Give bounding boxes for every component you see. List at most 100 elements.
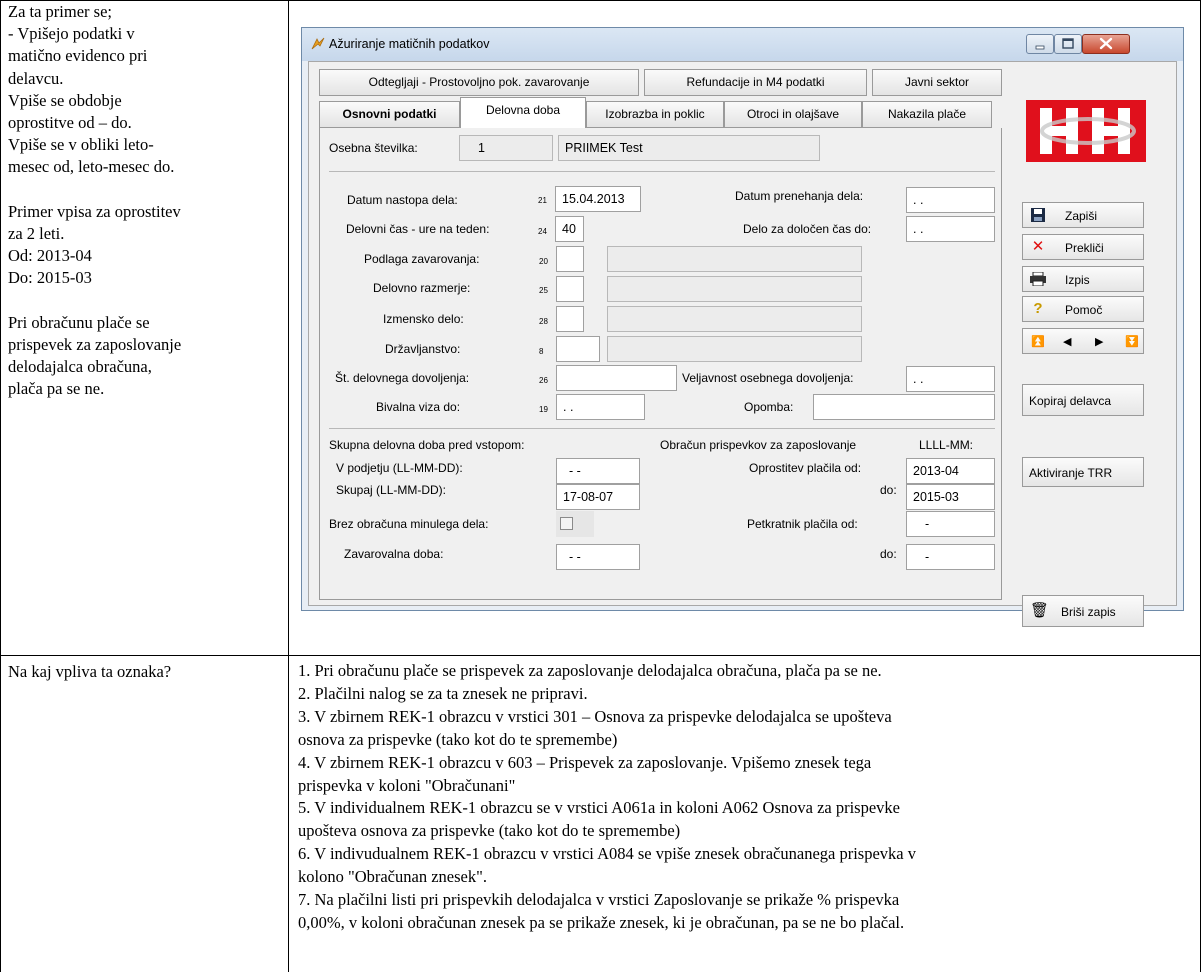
obracun-heading: Obračun prispevkov za zaposlovanje [660, 438, 857, 452]
izmensko-desc-field[interactable] [607, 306, 862, 332]
oprostitev-do-field[interactable]: 2015-03 [906, 484, 995, 510]
last-record-icon[interactable]: ⏬ [1125, 335, 1139, 348]
code-28: 28 [539, 317, 548, 326]
drzavljanstvo-desc-field[interactable] [607, 336, 862, 362]
pomoc-button[interactable]: ? Pomoč [1022, 296, 1144, 322]
petkratnik-od-field[interactable]: - [906, 511, 995, 537]
tab-nakazila[interactable]: Nakazila plače [862, 101, 992, 128]
izmensko-label: Izmensko delo: [383, 312, 464, 326]
left-line: Do: 2015-03 [8, 268, 92, 288]
ime-priimek-field[interactable]: PRIIMEK Test [558, 135, 820, 161]
left-line: Primer vpisa za oprostitev [8, 201, 181, 221]
answer-cell: 1. Pri obračunu plače se prispevek za za… [298, 660, 1198, 935]
tab-odtegljaji[interactable]: Odtegljaji - Prostovoljno pok. zavarovan… [319, 69, 639, 96]
podlaga-code-field[interactable] [556, 246, 584, 272]
print-icon [1030, 270, 1046, 288]
tab-javni-sektor[interactable]: Javni sektor [872, 69, 1002, 96]
answer-line: prispevka v koloni "Obračunani" [298, 775, 516, 795]
aktiviranje-trr-button[interactable]: Aktiviranje TRR [1022, 457, 1144, 487]
petkratnik-do-field[interactable]: - [906, 544, 995, 570]
window-body: Odtegljaji - Prostovoljno pok. zavarovan… [308, 61, 1177, 627]
code-21: 21 [538, 196, 547, 205]
window-title: Ažuriranje matičnih podatkov [329, 37, 490, 51]
delovni-cas-label: Delovni čas - ure na teden: [346, 222, 490, 236]
bivalna-field[interactable]: . . [556, 394, 645, 420]
previous-record-icon[interactable]: ◀ [1063, 335, 1071, 348]
first-record-icon[interactable]: ⏫ [1031, 335, 1045, 348]
delo-dolocen-label: Delo za določen čas do: [743, 222, 872, 236]
razmerje-code-field[interactable] [556, 276, 584, 302]
zapisi-button[interactable]: Zapiši [1022, 202, 1144, 228]
kopiraj-delavca-button[interactable]: Kopiraj delavca [1022, 384, 1144, 416]
left-line: oprostitve od – do. [8, 113, 132, 133]
drzavljanstvo-code-field[interactable] [556, 336, 600, 362]
delovni-cas-field[interactable]: 40 [555, 216, 584, 242]
zavarovalna-field[interactable]: - - [556, 544, 640, 570]
answer-line: 7. Na plačilni listi pri prispevkih delo… [298, 890, 900, 910]
answer-line: upošteva osnova za prispevke (tako kot d… [298, 821, 681, 841]
left-line: Vpiše se obdobje [8, 90, 122, 110]
close-button[interactable] [1082, 34, 1130, 54]
tab-delovna-doba[interactable]: Delovna doba [460, 97, 586, 129]
maximize-button[interactable] [1054, 34, 1082, 54]
left-line: matično evidenco pri [8, 46, 148, 66]
preklici-button[interactable]: ✕ Prekliči [1022, 234, 1144, 260]
left-line: delavcu. [8, 68, 64, 88]
cancel-icon: ✕ [1031, 238, 1045, 255]
brez-obracuna-checkbox[interactable] [560, 517, 573, 530]
close-icon [1099, 37, 1113, 50]
left-line: mesec od, leto-mesec do. [8, 157, 175, 177]
main-panel: Odtegljaji - Prostovoljno pok. zavarovan… [311, 64, 1007, 603]
tab-izobrazba[interactable]: Izobrazba in poklic [586, 101, 724, 128]
datum-nastopa-field[interactable]: 15.04.2013 [555, 186, 641, 212]
answer-line: 3. V zbirnem REK-1 obrazcu v vrstici 301… [298, 706, 892, 726]
side-toolbar: Zapiši ✕ Prekliči Izpis ? Pomoč ⏫ ◀ ▶ ⏬ … [1010, 64, 1172, 627]
question-cell: Na kaj vpliva ta oznaka? [8, 662, 172, 681]
datum-prenehanja-field[interactable]: . . [906, 187, 995, 213]
tab-otroci[interactable]: Otroci in olajšave [724, 101, 862, 128]
code-8: 8 [539, 347, 544, 356]
petkratnik-label: Petkratnik plačila od: [747, 517, 858, 531]
table-column-divider [288, 0, 289, 972]
datum-nastopa-label: Datum nastopa dela: [347, 193, 458, 207]
left-line: prispevek za zaposlovanje [8, 335, 182, 355]
tab-osnovni-podatki[interactable]: Osnovni podatki [319, 101, 460, 128]
left-line: Za ta primer se; [8, 2, 112, 21]
skupaj-label: Skupaj (LL-MM-DD): [336, 483, 447, 497]
trash-icon: 🗑 [1030, 602, 1050, 619]
oprostitev-od-field[interactable]: 2013-04 [906, 458, 995, 484]
osebna-label: Osebna številka: [329, 141, 418, 155]
record-navigation: ⏫ ◀ ▶ ⏬ [1022, 328, 1144, 354]
help-icon: ? [1033, 300, 1043, 317]
podjetju-field[interactable]: - - [556, 458, 640, 484]
code-25: 25 [539, 286, 548, 295]
tab-refundacije[interactable]: Refundacije in M4 podatki [644, 69, 867, 96]
petkratnik-do-label: do: [880, 547, 897, 561]
left-line [8, 179, 273, 201]
code-19: 19 [539, 405, 548, 414]
st-dovoljenja-field[interactable] [556, 365, 677, 391]
brez-obracuna-label: Brez obračuna minulega dela: [329, 517, 489, 531]
next-record-icon[interactable]: ▶ [1095, 335, 1103, 348]
podlaga-desc-field[interactable] [607, 246, 862, 272]
answer-line: 6. V indivudualnem REK-1 obrazcu v vrsti… [298, 844, 916, 864]
table-border-left [0, 0, 1, 972]
minimize-button[interactable] [1026, 34, 1054, 54]
tab-content-delovna-doba: Osebna številka: 1 PRIIMEK Test Datum na… [319, 128, 1002, 600]
datum-prenehanja-label: Datum prenehanja dela: [735, 189, 864, 203]
izmensko-code-field[interactable] [556, 306, 584, 332]
veljavnost-field[interactable]: . . [906, 366, 995, 392]
document-table: Za ta primer se; - Vpišejo podatki v mat… [0, 0, 1201, 972]
title-bar[interactable]: Ažuriranje matičnih podatkov [302, 28, 1183, 61]
answer-line: 0,00%, v koloni obračunan znesek pa se p… [298, 912, 905, 932]
skupaj-field[interactable]: 17-08-07 [556, 484, 640, 510]
osebna-stevilka-field[interactable]: 1 [459, 135, 553, 161]
opomba-field[interactable] [813, 394, 995, 420]
delo-dolocen-field[interactable]: . . [906, 216, 995, 242]
izpis-button[interactable]: Izpis [1022, 266, 1144, 292]
podlaga-label: Podlaga zavarovanja: [364, 252, 480, 266]
answer-line: 2. Plačilni nalog se za ta znesek ne pri… [298, 683, 588, 703]
brisi-zapis-button[interactable]: 🗑 Briši zapis [1022, 595, 1144, 627]
razmerje-desc-field[interactable] [607, 276, 862, 302]
answer-line: osnova za prispevke (tako kot do te spre… [298, 729, 618, 749]
